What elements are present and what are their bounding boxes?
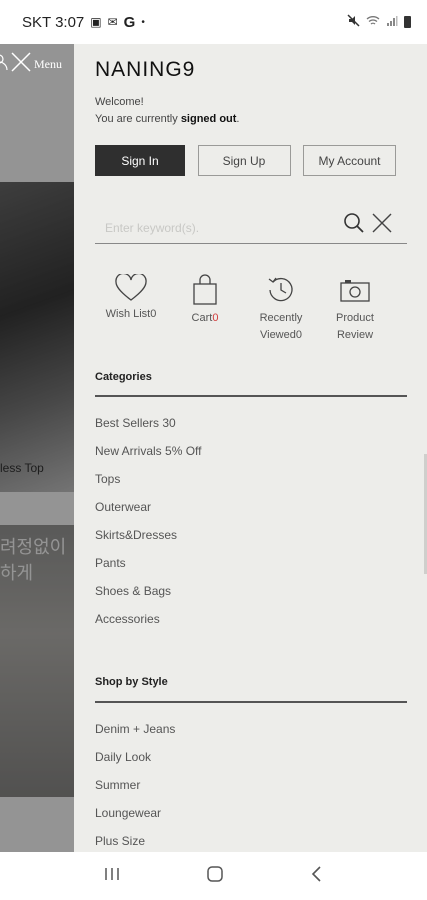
product-review-line1: Product — [336, 312, 374, 324]
style-item-loungewear[interactable]: Loungewear — [95, 806, 161, 820]
wishlist-link[interactable]: Wish List0 — [95, 274, 167, 323]
category-item-pants[interactable]: Pants — [95, 556, 126, 570]
recent-apps-icon[interactable] — [103, 866, 121, 887]
category-item-outerwear[interactable]: Outerwear — [95, 500, 151, 514]
history-clock-icon — [268, 277, 293, 302]
brand-logo[interactable]: NANING9 — [95, 58, 195, 82]
recently-viewed-line1: Recently — [259, 312, 303, 324]
login-status-prefix: You are currently — [95, 113, 181, 125]
heart-icon — [115, 274, 147, 301]
battery-icon — [404, 16, 411, 28]
login-status-line: You are currently signed out. — [95, 111, 239, 128]
cart-link[interactable]: Cart0 — [169, 274, 241, 327]
home-icon[interactable] — [206, 865, 224, 888]
signal-icon — [386, 15, 398, 30]
login-status-suffix: . — [236, 113, 240, 125]
shopping-bag-icon — [193, 274, 217, 305]
quick-links: Wish List0 Cart0 Recently Viewed0 Produc… — [95, 274, 407, 346]
wifi-icon — [366, 15, 380, 30]
cart-label: Cart — [191, 312, 213, 324]
camera-icon — [340, 280, 370, 302]
welcome-message: Welcome! You are currently signed out. — [95, 94, 239, 128]
login-status: signed out — [180, 113, 237, 125]
style-item-denim-jeans[interactable]: Denim + Jeans — [95, 722, 175, 736]
category-item-tops[interactable]: Tops — [95, 472, 120, 486]
category-item-new-arrivals[interactable]: New Arrivals 5% Off — [95, 444, 201, 458]
category-item-accessories[interactable]: Accessories — [95, 612, 160, 626]
recently-viewed-label: Viewed — [259, 329, 296, 341]
welcome-line: Welcome! — [95, 96, 144, 108]
menu-label: Menu — [34, 56, 62, 71]
categories-title: Categories — [95, 371, 152, 383]
style-item-plus-size[interactable]: Plus Size — [95, 834, 145, 848]
user-icon — [0, 53, 10, 76]
status-right — [347, 14, 411, 30]
wishlist-label: Wish List — [105, 308, 151, 320]
shop-by-style-divider — [95, 701, 407, 703]
carrier-time: SKT 3:07 — [22, 13, 85, 31]
product-review-line2: Review — [336, 329, 374, 341]
search-bar — [95, 207, 407, 244]
categories-divider — [95, 395, 407, 397]
recently-viewed-count: 0 — [295, 329, 302, 341]
overlay-dim[interactable] — [0, 44, 74, 852]
status-bar: SKT 3:07 ▣ ✉ G • — [0, 0, 427, 44]
search-input[interactable] — [105, 221, 335, 235]
product-review-link[interactable]: Product Review — [319, 274, 391, 344]
wishlist-count: 0 — [150, 308, 157, 320]
mail-icon: ✉ — [107, 15, 118, 29]
google-icon: G — [123, 13, 136, 31]
category-item-skirts-dresses[interactable]: Skirts&Dresses — [95, 528, 177, 542]
account-buttons: Sign In Sign Up My Account — [95, 145, 396, 177]
search-close-icon[interactable] — [371, 212, 393, 239]
category-item-best-sellers[interactable]: Best Sellers 30 — [95, 416, 176, 430]
notification-dot-icon: • — [141, 16, 145, 28]
cart-count: 0 — [212, 312, 219, 324]
back-icon[interactable] — [310, 865, 324, 888]
status-left: SKT 3:07 ▣ ✉ G • — [22, 14, 145, 31]
search-icon[interactable] — [343, 212, 365, 239]
style-item-summer[interactable]: Summer — [95, 778, 140, 792]
shop-by-style-title: Shop by Style — [95, 676, 168, 688]
category-item-shoes-bags[interactable]: Shoes & Bags — [95, 584, 171, 598]
system-navigation-bar — [0, 852, 427, 900]
recently-viewed-line2: Viewed0 — [245, 327, 317, 344]
side-drawer: NANING9 Welcome! You are currently signe… — [74, 44, 427, 852]
sign-up-button[interactable]: Sign Up — [197, 145, 291, 176]
mute-icon — [347, 14, 360, 30]
drawer-close-icon[interactable] — [10, 51, 32, 78]
my-account-button[interactable]: My Account — [303, 145, 396, 176]
style-item-daily-look[interactable]: Daily Look — [95, 750, 151, 764]
gallery-icon: ▣ — [90, 15, 102, 29]
sign-in-button[interactable]: Sign In — [95, 145, 185, 176]
recently-viewed-link[interactable]: Recently Viewed0 — [245, 274, 317, 344]
background-header: Menu — [0, 44, 80, 84]
